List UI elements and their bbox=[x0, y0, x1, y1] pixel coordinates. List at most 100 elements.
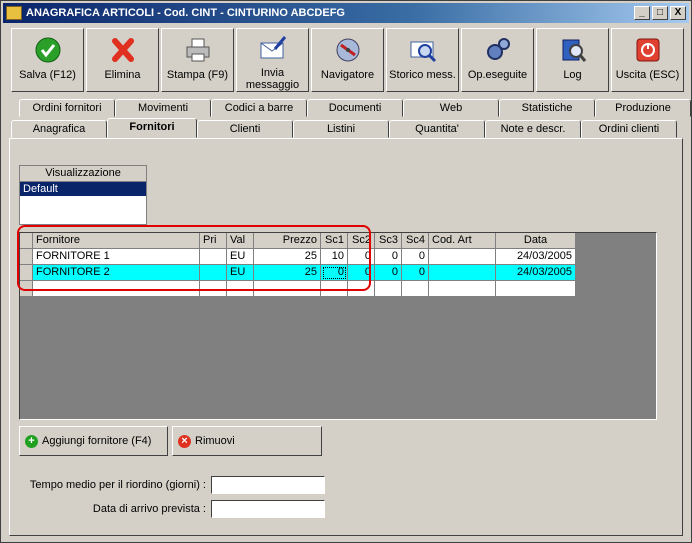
tempo-riordino-label: Tempo medio per il riordino (giorni) : bbox=[29, 479, 206, 491]
send-message-label: Invia messaggio bbox=[245, 67, 300, 91]
cell-data[interactable]: 24/03/2005 bbox=[496, 265, 576, 281]
save-label: Salva (F12) bbox=[19, 69, 76, 81]
check-icon bbox=[33, 35, 63, 65]
cell-val[interactable]: EU bbox=[227, 265, 254, 281]
cell-empty[interactable] bbox=[402, 281, 429, 297]
grid-header-row: Fornitore Pri Val Prezzo Sc1 Sc2 Sc3 Sc4… bbox=[20, 233, 576, 249]
row-indicator bbox=[20, 249, 33, 265]
navigator-button[interactable]: Navigatore bbox=[311, 28, 384, 92]
tab-codici-a-barre[interactable]: Codici a barre bbox=[211, 99, 307, 117]
cell-sc4[interactable]: 0 bbox=[402, 265, 429, 281]
cell-pri[interactable] bbox=[200, 265, 227, 281]
envelope-pen-icon bbox=[258, 35, 288, 63]
row-indicator bbox=[20, 265, 33, 281]
maximize-button[interactable]: □ bbox=[652, 6, 668, 20]
grid-header-sc4[interactable]: Sc4 bbox=[402, 233, 429, 249]
cell-data[interactable]: 24/03/2005 bbox=[496, 249, 576, 265]
cell-empty[interactable] bbox=[254, 281, 321, 297]
message-history-button[interactable]: Storico mess. bbox=[386, 28, 459, 92]
suppliers-grid[interactable]: Fornitore Pri Val Prezzo Sc1 Sc2 Sc3 Sc4… bbox=[19, 232, 657, 420]
minimize-button[interactable]: _ bbox=[634, 6, 650, 20]
tab-quantita[interactable]: Quantita' bbox=[389, 120, 485, 138]
row-indicator bbox=[20, 281, 33, 297]
add-supplier-button[interactable]: + Aggiungi fornitore (F4) bbox=[19, 426, 168, 456]
cell-sc4[interactable]: 0 bbox=[402, 249, 429, 265]
cell-sc1-focused[interactable]: 0 bbox=[321, 265, 348, 281]
cell-prezzo[interactable]: 25 bbox=[254, 249, 321, 265]
cell-empty[interactable] bbox=[321, 281, 348, 297]
cell-empty[interactable] bbox=[227, 281, 254, 297]
tab-fornitori[interactable]: Fornitori bbox=[107, 118, 197, 138]
tab-anagrafica[interactable]: Anagrafica bbox=[11, 120, 107, 138]
delete-button[interactable]: Elimina bbox=[86, 28, 159, 92]
cell-sc2[interactable]: 0 bbox=[348, 249, 375, 265]
cell-sc3[interactable]: 0 bbox=[375, 249, 402, 265]
cell-cod-art[interactable] bbox=[429, 249, 496, 265]
plus-icon: + bbox=[25, 434, 38, 448]
exit-button[interactable]: Uscita (ESC) bbox=[611, 28, 684, 92]
delete-label: Elimina bbox=[104, 69, 141, 81]
remove-x-icon: × bbox=[178, 434, 191, 448]
grid-header-sc2[interactable]: Sc2 bbox=[348, 233, 375, 249]
operations-button[interactable]: Op.eseguite bbox=[461, 28, 534, 92]
grid-header-cod-art[interactable]: Cod. Art bbox=[429, 233, 496, 249]
cell-prezzo[interactable]: 25 bbox=[254, 265, 321, 281]
tab-ordini-clienti[interactable]: Ordini clienti bbox=[581, 120, 677, 138]
cell-sc1[interactable]: 10 bbox=[321, 249, 348, 265]
toolbar: Salva (F12) Elimina Stampa (F9) Invia me… bbox=[11, 28, 684, 92]
tab-listini[interactable]: Listini bbox=[293, 120, 389, 138]
tab-ordini-fornitori[interactable]: Ordini fornitori bbox=[19, 99, 115, 117]
grid-header-sc3[interactable]: Sc3 bbox=[375, 233, 402, 249]
cell-val[interactable]: EU bbox=[227, 249, 254, 265]
grid-header-pri[interactable]: Pri bbox=[200, 233, 227, 249]
cell-fornitore[interactable]: FORNITORE 1 bbox=[33, 249, 200, 265]
tab-documenti[interactable]: Documenti bbox=[307, 99, 403, 117]
close-button[interactable]: X bbox=[670, 6, 686, 20]
tab-statistiche[interactable]: Statistiche bbox=[499, 99, 595, 117]
cell-pri[interactable] bbox=[200, 249, 227, 265]
cell-cod-art[interactable] bbox=[429, 265, 496, 281]
visualizzazione-item-default[interactable]: Default bbox=[20, 182, 146, 196]
data-arrivo-input[interactable] bbox=[211, 500, 325, 518]
cell-empty[interactable] bbox=[375, 281, 402, 297]
cell-sc2[interactable]: 0 bbox=[348, 265, 375, 281]
cell-empty[interactable] bbox=[348, 281, 375, 297]
printer-icon bbox=[183, 35, 213, 65]
cell-sc3[interactable]: 0 bbox=[375, 265, 402, 281]
tabs-back-row: Ordini fornitori Movimenti Codici a barr… bbox=[19, 99, 691, 117]
save-button[interactable]: Salva (F12) bbox=[11, 28, 84, 92]
grid-header-fornitore[interactable]: Fornitore bbox=[33, 233, 200, 249]
log-button[interactable]: Log bbox=[536, 28, 609, 92]
tab-note-e-descr[interactable]: Note e descr. bbox=[485, 120, 581, 138]
grid-header-val[interactable]: Val bbox=[227, 233, 254, 249]
grid-header-data[interactable]: Data bbox=[496, 233, 576, 249]
table-row-empty[interactable] bbox=[20, 281, 576, 297]
cell-empty[interactable] bbox=[429, 281, 496, 297]
cell-empty[interactable] bbox=[33, 281, 200, 297]
table-row[interactable]: FORNITORE 1 EU 25 10 0 0 0 24/03/2005 bbox=[20, 249, 576, 265]
app-icon bbox=[6, 6, 22, 20]
log-label: Log bbox=[563, 69, 582, 81]
tab-clienti[interactable]: Clienti bbox=[197, 120, 293, 138]
message-history-label: Storico mess. bbox=[389, 69, 456, 81]
tab-produzione[interactable]: Produzione bbox=[595, 99, 691, 117]
tab-web[interactable]: Web bbox=[403, 99, 499, 117]
send-message-button[interactable]: Invia messaggio bbox=[236, 28, 309, 92]
grid-header-prezzo[interactable]: Prezzo bbox=[254, 233, 321, 249]
power-icon bbox=[633, 35, 663, 65]
grid-header-sc1[interactable]: Sc1 bbox=[321, 233, 348, 249]
tab-movimenti[interactable]: Movimenti bbox=[115, 99, 211, 117]
cell-empty[interactable] bbox=[496, 281, 576, 297]
tabs-front-row: Anagrafica Fornitori Clienti Listini Qua… bbox=[11, 118, 677, 138]
cell-fornitore[interactable]: FORNITORE 2 bbox=[33, 265, 200, 281]
visualizzazione-header: Visualizzazione bbox=[20, 166, 146, 182]
print-button[interactable]: Stampa (F9) bbox=[161, 28, 234, 92]
remove-button[interactable]: × Rimuovi bbox=[172, 426, 322, 456]
visualizzazione-list[interactable]: Visualizzazione Default bbox=[19, 165, 147, 225]
table-row[interactable]: FORNITORE 2 EU 25 0 0 0 0 24/03/2005 bbox=[20, 265, 576, 281]
tempo-riordino-input[interactable] bbox=[211, 476, 325, 494]
cell-empty[interactable] bbox=[200, 281, 227, 297]
compass-icon bbox=[333, 35, 363, 65]
book-search-icon bbox=[558, 35, 588, 65]
data-arrivo-label: Data di arrivo prevista : bbox=[92, 503, 206, 515]
